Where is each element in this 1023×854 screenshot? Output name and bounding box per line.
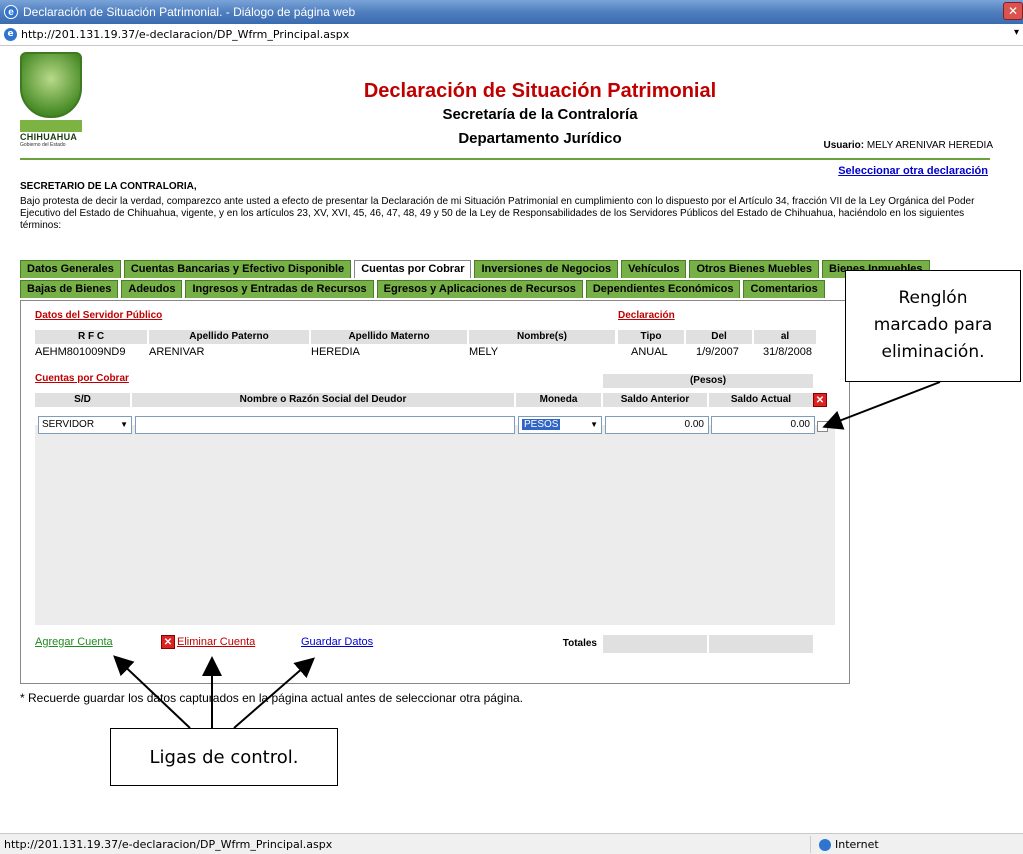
security-zone: Internet <box>810 836 990 853</box>
arrow-to-checkbox <box>822 381 941 430</box>
status-bar: http://201.131.19.37/e-declaracion/DP_Wf… <box>0 833 1023 854</box>
zone-label: Internet <box>835 838 879 851</box>
status-url: http://201.131.19.37/e-declaracion/DP_Wf… <box>4 837 333 851</box>
arrow-to-agregar <box>113 655 191 729</box>
arrow-to-guardar <box>233 657 316 729</box>
globe-icon <box>819 838 831 851</box>
annotation-arrows <box>113 381 941 729</box>
